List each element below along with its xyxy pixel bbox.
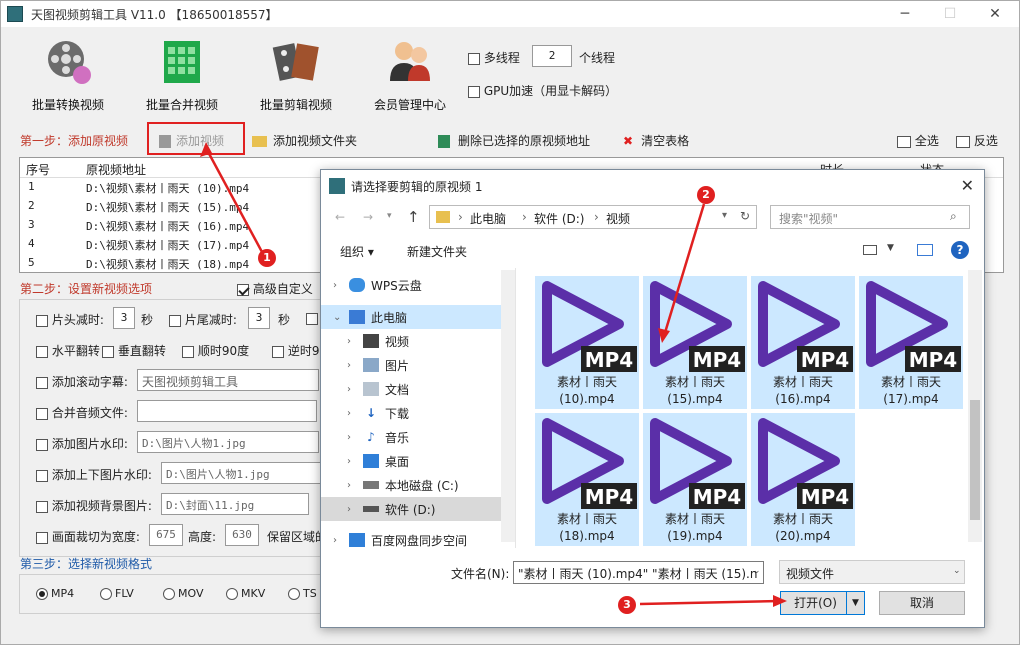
- arrow-head: [658, 328, 670, 343]
- annotation-arrows: [200, 142, 787, 607]
- callout-3: 3: [618, 596, 636, 614]
- callout-2: 2: [697, 186, 715, 204]
- callout-1: 1: [258, 249, 276, 267]
- arrow-head: [773, 595, 787, 607]
